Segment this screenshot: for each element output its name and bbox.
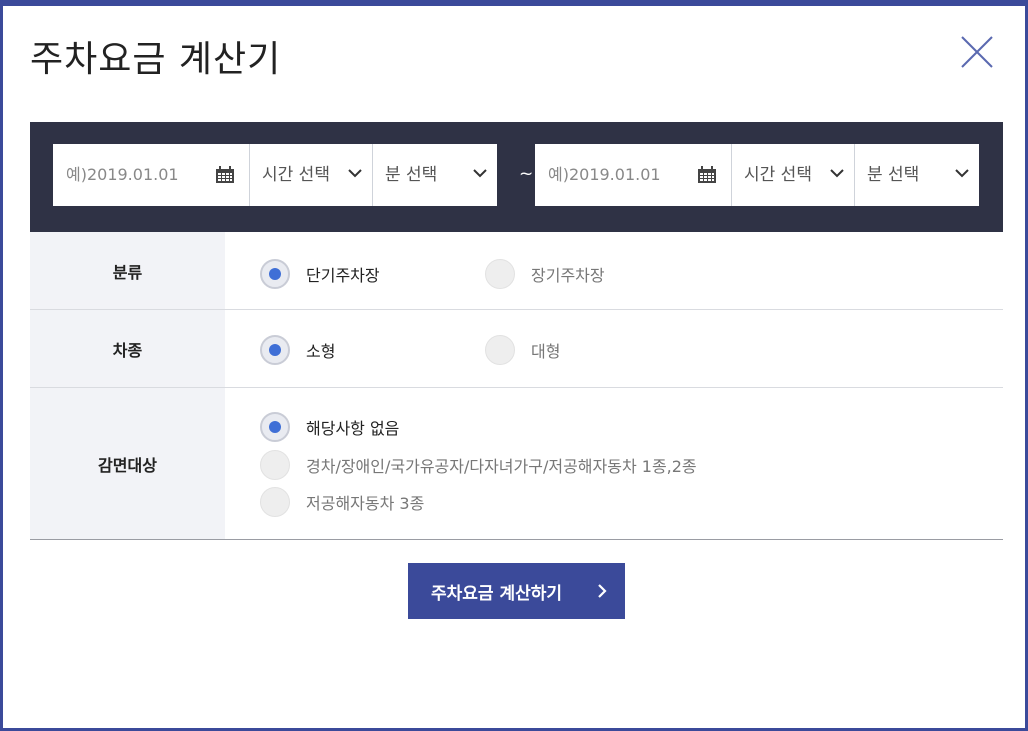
radio-selected[interactable] bbox=[260, 412, 290, 442]
date-range-bar: 예)2019.01.01 시간 선택 분 선택 ~ 예)2019.01.01 시… bbox=[30, 122, 1003, 232]
option-label: 해당사항 없음 bbox=[306, 419, 400, 438]
discount-option-none[interactable]: 해당사항 없음 bbox=[260, 412, 399, 442]
from-hour-select-label: 시간 선택 bbox=[262, 165, 330, 185]
discount-options: 해당사항 없음 경차/장애인/국가유공자/다자녀가구/저공해자동차 1종,2종 … bbox=[225, 388, 1003, 539]
discount-label: 감면대상 bbox=[30, 388, 225, 539]
chevron-right-icon bbox=[598, 584, 607, 598]
to-date-placeholder: 예)2019.01.01 bbox=[548, 165, 661, 184]
to-minute-select-label: 분 선택 bbox=[867, 165, 920, 185]
radio-selected[interactable] bbox=[260, 335, 290, 365]
category-row: 분류 단기주차장 장기주차장 bbox=[30, 232, 1003, 310]
vehicle-label: 차종 bbox=[30, 310, 225, 387]
option-label: 대형 bbox=[531, 342, 561, 361]
vehicle-option-small[interactable]: 소형 bbox=[260, 335, 335, 365]
radio-unselected[interactable] bbox=[260, 487, 290, 517]
date-range-separator: ~ bbox=[519, 164, 534, 184]
calendar-icon[interactable] bbox=[697, 166, 717, 184]
category-label: 분류 bbox=[30, 232, 225, 309]
vehicle-option-large[interactable]: 대형 bbox=[485, 335, 560, 365]
from-hour-select[interactable]: 시간 선택 bbox=[250, 144, 373, 206]
option-label: 소형 bbox=[306, 342, 336, 361]
from-date-placeholder: 예)2019.01.01 bbox=[66, 165, 179, 184]
calculate-fee-button-label: 주차요금 계산하기 bbox=[431, 583, 563, 604]
dialog-title: 주차요금 계산기 bbox=[30, 39, 282, 80]
radio-selected[interactable] bbox=[260, 259, 290, 289]
calendar-icon[interactable] bbox=[215, 166, 235, 184]
to-hour-select-label: 시간 선택 bbox=[744, 165, 812, 185]
option-label: 저공해자동차 3종 bbox=[306, 494, 425, 513]
category-option-short-term[interactable]: 단기주차장 bbox=[260, 259, 380, 289]
to-date-input[interactable]: 예)2019.01.01 bbox=[535, 144, 732, 206]
to-minute-select[interactable]: 분 선택 bbox=[855, 144, 979, 206]
discount-option-type-1-2[interactable]: 경차/장애인/국가유공자/다자녀가구/저공해자동차 1종,2종 bbox=[260, 450, 697, 480]
calculate-fee-button[interactable]: 주차요금 계산하기 bbox=[408, 563, 625, 619]
close-button[interactable] bbox=[959, 34, 995, 70]
chevron-down-icon bbox=[473, 169, 487, 178]
category-option-long-term[interactable]: 장기주차장 bbox=[485, 259, 605, 289]
vehicle-options: 소형 대형 bbox=[225, 310, 1003, 387]
chevron-down-icon bbox=[348, 169, 362, 178]
close-icon[interactable] bbox=[959, 34, 995, 70]
discount-row: 감면대상 해당사항 없음 경차/장애인/국가유공자/다자녀가구/저공해자동차 1… bbox=[30, 388, 1003, 540]
from-date-input[interactable]: 예)2019.01.01 bbox=[53, 144, 250, 206]
parking-fee-dialog: 주차요금 계산기 예)2019.01.01 시간 선택 분 선택 ~ 예)201… bbox=[0, 0, 1028, 731]
from-minute-select[interactable]: 분 선택 bbox=[373, 144, 497, 206]
from-datetime-group: 예)2019.01.01 시간 선택 분 선택 bbox=[53, 144, 497, 206]
from-minute-select-label: 분 선택 bbox=[385, 165, 438, 185]
radio-unselected[interactable] bbox=[260, 450, 290, 480]
option-label: 장기주차장 bbox=[531, 266, 605, 285]
radio-unselected[interactable] bbox=[485, 259, 515, 289]
option-label: 단기주차장 bbox=[306, 266, 380, 285]
vehicle-row: 차종 소형 대형 bbox=[30, 310, 1003, 388]
option-label: 경차/장애인/국가유공자/다자녀가구/저공해자동차 1종,2종 bbox=[306, 457, 697, 476]
chevron-down-icon bbox=[955, 169, 969, 178]
discount-option-type-3[interactable]: 저공해자동차 3종 bbox=[260, 487, 424, 517]
to-hour-select[interactable]: 시간 선택 bbox=[732, 144, 855, 206]
options-form: 분류 단기주차장 장기주차장 차종 소형 대형 감면대상 해당사항 없음 경차/… bbox=[30, 232, 1003, 540]
category-options: 단기주차장 장기주차장 bbox=[225, 232, 1003, 309]
chevron-down-icon bbox=[830, 169, 844, 178]
to-datetime-group: 예)2019.01.01 시간 선택 분 선택 bbox=[535, 144, 979, 206]
radio-unselected[interactable] bbox=[485, 335, 515, 365]
